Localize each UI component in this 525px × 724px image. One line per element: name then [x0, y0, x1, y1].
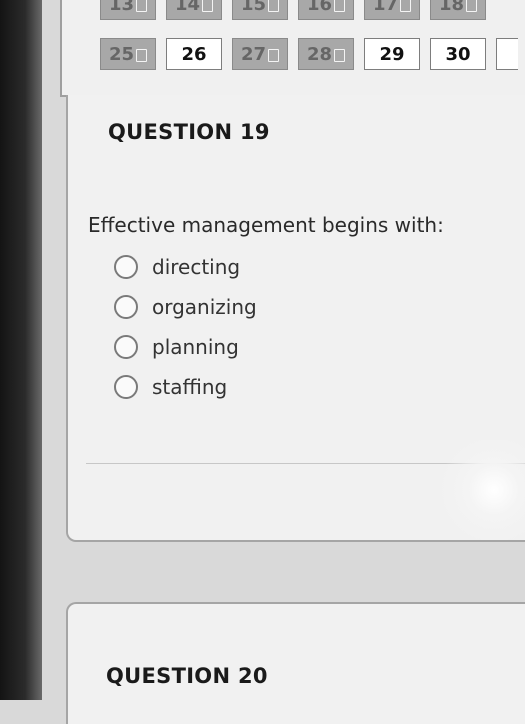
question-nav-row-bottom: 25 26 27 28 29 30: [100, 38, 518, 70]
saved-doc-icon: [334, 0, 346, 12]
saved-doc-icon: [202, 0, 214, 12]
question-nav-button[interactable]: 13: [100, 0, 156, 20]
saved-doc-icon: [268, 0, 280, 12]
option-label: staffing: [152, 375, 228, 399]
answer-option[interactable]: directing: [114, 247, 257, 287]
saved-doc-icon: [268, 48, 280, 62]
option-label: directing: [152, 255, 241, 279]
question-nav-button[interactable]: 29: [364, 38, 420, 70]
question-title: QUESTION 19: [108, 120, 270, 144]
saved-doc-icon: [466, 0, 478, 12]
radio-button[interactable]: [114, 295, 138, 319]
saved-doc-icon: [334, 48, 346, 62]
question-nav-button[interactable]: 27: [232, 38, 288, 70]
option-label: planning: [152, 335, 239, 359]
screen-glare: [440, 440, 525, 540]
answer-option[interactable]: staffing: [114, 367, 257, 407]
question-nav-button[interactable]: 26: [166, 38, 222, 70]
question-nav-button[interactable]: 14: [166, 0, 222, 20]
answer-option[interactable]: organizing: [114, 287, 257, 327]
question-nav-button[interactable]: 28: [298, 38, 354, 70]
screen-edge-shadow: [0, 0, 42, 700]
option-label: organizing: [152, 295, 257, 319]
question-nav-button[interactable]: 16: [298, 0, 354, 20]
question-prompt: Effective management begins with:: [88, 213, 444, 237]
question-nav-button[interactable]: 30: [430, 38, 486, 70]
next-question-title: QUESTION 20: [106, 664, 268, 688]
next-question-panel: QUESTION 20: [66, 602, 525, 724]
answer-option[interactable]: planning: [114, 327, 257, 367]
radio-button[interactable]: [114, 375, 138, 399]
question-navigator: 13 14 15 16 17 18 25 26 27 28 29 30: [60, 0, 525, 97]
saved-doc-icon: [136, 48, 148, 62]
question-nav-button[interactable]: 15: [232, 0, 288, 20]
question-nav-button[interactable]: 25: [100, 38, 156, 70]
question-nav-button[interactable]: 17: [364, 0, 420, 20]
question-nav-row-top: 13 14 15 16 17 18: [100, 0, 486, 20]
question-nav-button[interactable]: 18: [430, 0, 486, 20]
radio-button[interactable]: [114, 255, 138, 279]
saved-doc-icon: [400, 0, 412, 12]
answer-options: directing organizing planning staffing: [114, 247, 257, 407]
saved-doc-icon: [136, 0, 148, 12]
question-nav-button-partial[interactable]: [496, 38, 518, 70]
radio-button[interactable]: [114, 335, 138, 359]
